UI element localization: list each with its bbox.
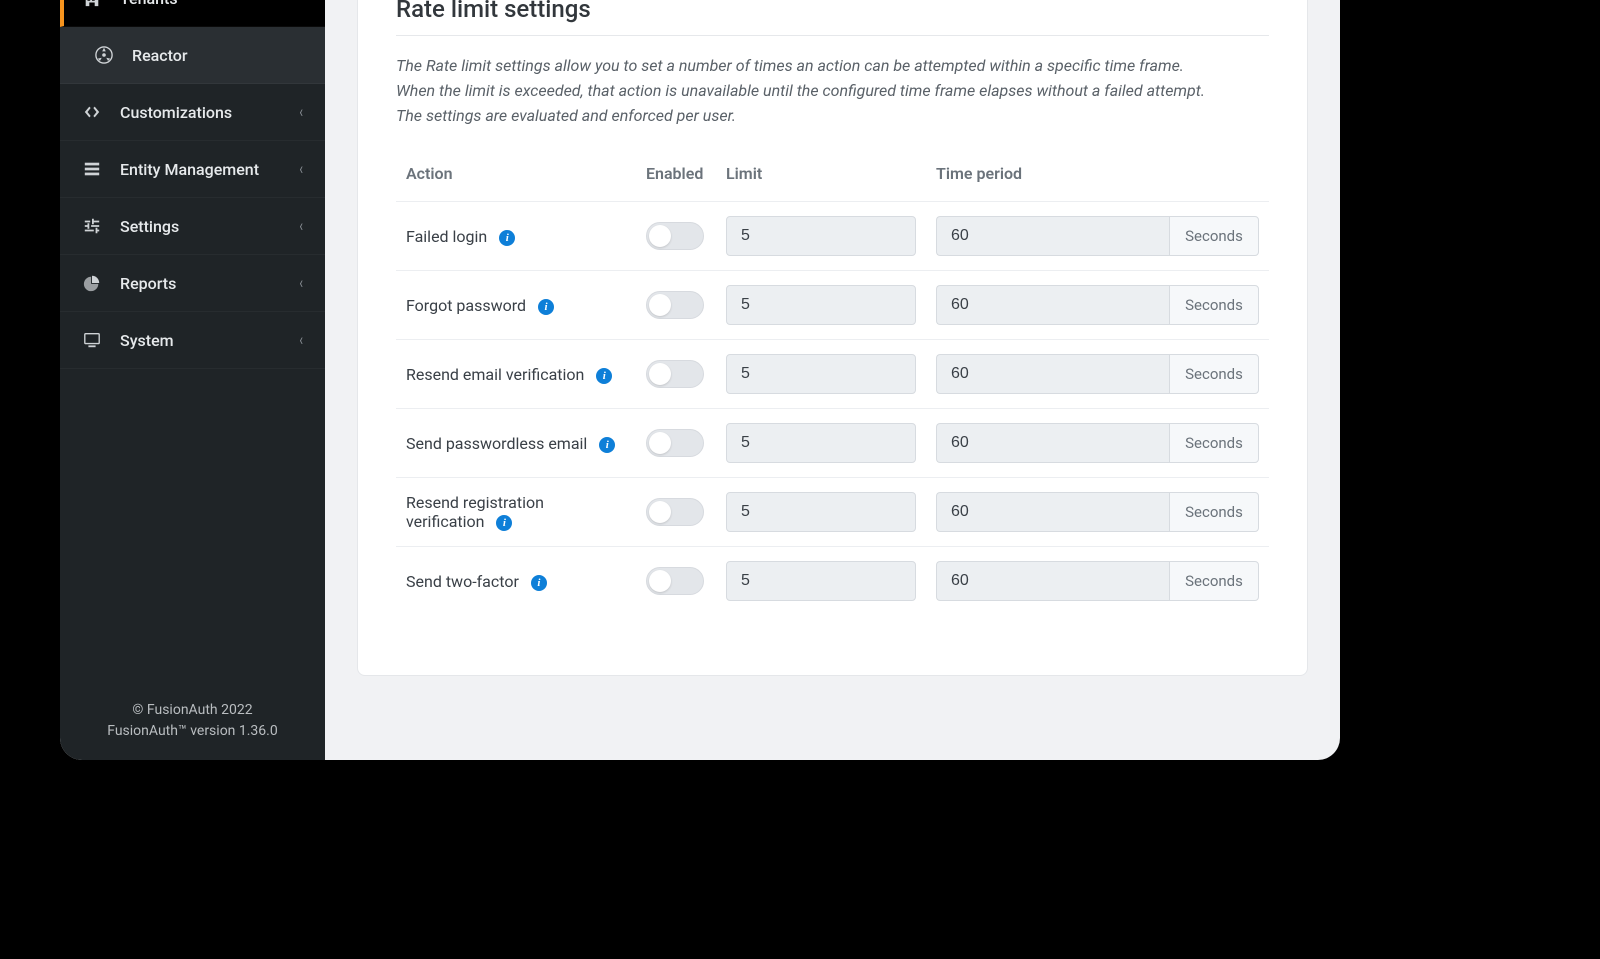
enabled-toggle[interactable] bbox=[646, 567, 704, 595]
enabled-toggle[interactable] bbox=[646, 360, 704, 388]
copyright-text: © FusionAuth 2022 bbox=[70, 700, 315, 721]
limit-input[interactable] bbox=[726, 216, 916, 256]
period-group: Seconds bbox=[936, 561, 1259, 601]
toggle-knob bbox=[649, 294, 671, 316]
period-group: Seconds bbox=[936, 492, 1259, 532]
settings-card: Rate limit settings The Rate limit setti… bbox=[357, 0, 1308, 676]
period-group: Seconds bbox=[936, 354, 1259, 394]
chevron-left-icon: ‹ bbox=[299, 159, 303, 179]
limit-input[interactable] bbox=[726, 492, 916, 532]
col-header-action: Action bbox=[396, 154, 636, 202]
table-row: Failed login i Seconds bbox=[396, 202, 1269, 271]
table-row: Resend email verification i Seconds bbox=[396, 340, 1269, 409]
table-row: Send two-factor i Seconds bbox=[396, 547, 1269, 616]
sliders-icon bbox=[82, 216, 102, 236]
sidebar-item-entity-management[interactable]: Entity Management ‹ bbox=[60, 141, 325, 198]
enabled-toggle[interactable] bbox=[646, 498, 704, 526]
sidebar-item-label: Tenants bbox=[120, 0, 303, 8]
chevron-left-icon: ‹ bbox=[299, 273, 303, 293]
toggle-knob bbox=[649, 432, 671, 454]
info-icon[interactable]: i bbox=[538, 299, 554, 315]
sidebar-item-reactor[interactable]: Reactor bbox=[60, 27, 325, 84]
rate-limit-table: Action Enabled Limit Time period Failed … bbox=[396, 154, 1269, 615]
building-icon bbox=[82, 0, 102, 8]
code-icon bbox=[82, 102, 102, 122]
col-header-enabled: Enabled bbox=[636, 154, 716, 202]
toggle-knob bbox=[649, 363, 671, 385]
period-input[interactable] bbox=[936, 216, 1169, 256]
period-unit-select[interactable]: Seconds bbox=[1169, 354, 1259, 394]
chevron-left-icon: ‹ bbox=[299, 330, 303, 350]
info-icon[interactable]: i bbox=[596, 368, 612, 384]
limit-input[interactable] bbox=[726, 285, 916, 325]
sidebar-item-system[interactable]: System ‹ bbox=[60, 312, 325, 369]
period-input[interactable] bbox=[936, 561, 1169, 601]
pie-chart-icon bbox=[82, 273, 102, 293]
sidebar-item-label: Reactor bbox=[132, 46, 303, 65]
enabled-toggle[interactable] bbox=[646, 429, 704, 457]
action-label: Resend email verification bbox=[406, 365, 584, 384]
sidebar-item-reports[interactable]: Reports ‹ bbox=[60, 255, 325, 312]
info-icon[interactable]: i bbox=[599, 437, 615, 453]
main-content: Rate limit settings The Rate limit setti… bbox=[325, 0, 1340, 760]
period-input[interactable] bbox=[936, 354, 1169, 394]
sidebar-item-tenants[interactable]: Tenants bbox=[60, 0, 325, 27]
enabled-toggle[interactable] bbox=[646, 222, 704, 250]
sidebar-footer: © FusionAuth 2022 FusionAuth™ version 1.… bbox=[60, 686, 325, 760]
period-group: Seconds bbox=[936, 285, 1259, 325]
period-input[interactable] bbox=[936, 423, 1169, 463]
action-label: Forgot password bbox=[406, 296, 526, 315]
sidebar-item-label: Customizations bbox=[120, 103, 281, 122]
table-row: Forgot password i Seconds bbox=[396, 271, 1269, 340]
info-icon[interactable]: i bbox=[496, 515, 512, 531]
col-header-period: Time period bbox=[926, 154, 1269, 202]
sidebar-item-customizations[interactable]: Customizations ‹ bbox=[60, 84, 325, 141]
sidebar-item-label: System bbox=[120, 331, 281, 350]
sidebar-item-label: Entity Management bbox=[120, 160, 281, 179]
period-unit-select[interactable]: Seconds bbox=[1169, 423, 1259, 463]
page-description: The Rate limit settings allow you to set… bbox=[396, 54, 1216, 128]
table-row: Send passwordless email i Seconds bbox=[396, 409, 1269, 478]
period-group: Seconds bbox=[936, 423, 1259, 463]
reactor-icon bbox=[94, 45, 114, 65]
table-row: Resend registration verification i Secon… bbox=[396, 478, 1269, 547]
sidebar-item-settings[interactable]: Settings ‹ bbox=[60, 198, 325, 255]
action-label: Send passwordless email bbox=[406, 434, 587, 453]
toggle-knob bbox=[649, 225, 671, 247]
monitor-icon bbox=[82, 330, 102, 350]
sidebar-item-label: Settings bbox=[120, 217, 281, 236]
period-unit-select[interactable]: Seconds bbox=[1169, 561, 1259, 601]
period-input[interactable] bbox=[936, 492, 1169, 532]
chevron-left-icon: ‹ bbox=[299, 102, 303, 122]
action-label: Send two-factor bbox=[406, 572, 519, 591]
enabled-toggle[interactable] bbox=[646, 291, 704, 319]
period-unit-select[interactable]: Seconds bbox=[1169, 285, 1259, 325]
page-title: Rate limit settings bbox=[396, 0, 1269, 36]
limit-input[interactable] bbox=[726, 423, 916, 463]
info-icon[interactable]: i bbox=[499, 230, 515, 246]
chevron-left-icon: ‹ bbox=[299, 216, 303, 236]
toggle-knob bbox=[649, 501, 671, 523]
version-text: FusionAuth™ version 1.36.0 bbox=[70, 721, 315, 742]
limit-input[interactable] bbox=[726, 561, 916, 601]
period-unit-select[interactable]: Seconds bbox=[1169, 216, 1259, 256]
period-group: Seconds bbox=[936, 216, 1259, 256]
action-label: Failed login bbox=[406, 227, 487, 246]
sidebar: Tenants Reactor Customizations ‹ Ent bbox=[60, 0, 325, 760]
limit-input[interactable] bbox=[726, 354, 916, 394]
period-unit-select[interactable]: Seconds bbox=[1169, 492, 1259, 532]
col-header-limit: Limit bbox=[716, 154, 926, 202]
server-icon bbox=[82, 159, 102, 179]
period-input[interactable] bbox=[936, 285, 1169, 325]
action-label: Resend registration verification bbox=[406, 493, 544, 531]
sidebar-menu: Tenants Reactor Customizations ‹ Ent bbox=[60, 0, 325, 686]
sidebar-item-label: Reports bbox=[120, 274, 281, 293]
app-window: Tenants Reactor Customizations ‹ Ent bbox=[60, 0, 1340, 760]
info-icon[interactable]: i bbox=[531, 575, 547, 591]
toggle-knob bbox=[649, 570, 671, 592]
